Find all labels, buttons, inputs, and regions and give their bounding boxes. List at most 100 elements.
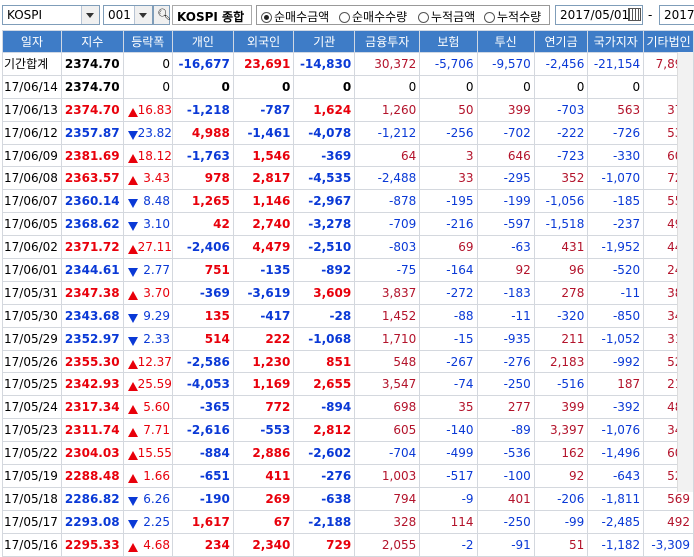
start-date-input[interactable]: 2017/05/01 (555, 5, 643, 25)
value-cell: -5,706 (419, 52, 478, 76)
value-cell: -195 (419, 189, 478, 214)
value-cell: -75 (354, 258, 421, 282)
column-header[interactable]: 금융투자 (354, 30, 421, 53)
table-row[interactable]: 17/05/26 2355.30 12.37 -2,586 1,230 851 548 -26… (2, 349, 694, 374)
table-row[interactable]: 17/06/01 2344.61 2.77 751 -135 -892 -75 -164 92 9… (2, 258, 694, 282)
value-cell: -2,602 (293, 441, 356, 466)
table-row[interactable]: 17/05/18 2286.82 6.26 -190 269 -638 794 -9 401 -2… (2, 486, 694, 511)
value-cell: -1,182 (587, 532, 645, 557)
column-header[interactable]: 일자 (2, 30, 62, 53)
table-row[interactable]: 17/06/12 2357.87 23.82 4,988 -1,461 -4,078 -1,… (2, 120, 694, 145)
value-cell: 277 (476, 395, 535, 420)
value-cell: -199 (476, 189, 535, 214)
column-header[interactable]: 연기금 (533, 30, 589, 53)
value-cell: -11 (587, 280, 645, 305)
value-cell: -2,188 (293, 509, 356, 534)
radio-cumulative-amount[interactable]: 누적금액 (418, 8, 475, 25)
value-cell: -992 (587, 349, 645, 374)
table-row[interactable]: 17/06/05 2368.62 3.10 42 2,740 -3,278 -709 -216… (2, 212, 694, 237)
table-row[interactable]: 17/05/19 2288.48 1.66 -651 411 -276 1,003 -517-… (2, 464, 694, 488)
value-cell: 92 (476, 258, 535, 282)
table-row[interactable]: 17/05/30 2343.68 9.29 135 -417 -28 1,452 -88 -11… (2, 303, 694, 328)
value-cell: 492 (643, 509, 694, 534)
value-cell: -1,811 (587, 486, 645, 511)
value-cell: -2,406 (172, 235, 234, 260)
value-cell: -320 (533, 303, 589, 328)
vertical-scrollbar[interactable] (677, 52, 693, 492)
up-triangle-icon (127, 176, 138, 186)
column-header[interactable]: 투신 (476, 30, 535, 53)
code-dropdown-icon[interactable] (134, 6, 152, 24)
end-date-input[interactable]: 2017/ (659, 5, 694, 25)
table-row[interactable]: 17/05/24 2317.34 5.60 -365 772 -894 698 35 277 39… (2, 395, 694, 420)
value-cell: -1,052 (587, 326, 645, 351)
column-header[interactable]: 기관 (293, 30, 356, 53)
value-cell: -726 (587, 120, 645, 145)
table-row[interactable]: 17/06/09 2381.69 18.12 -1,763 1,546 -369 64 3 64… (2, 143, 694, 168)
value-cell: -330 (587, 143, 645, 168)
value-cell: 64 (354, 143, 421, 168)
column-header[interactable]: 국가지자 (587, 30, 645, 53)
table-row[interactable]: 17/05/17 2293.08 2.25 1,617 67 -2,188 328 114 -2… (2, 509, 694, 534)
column-header[interactable]: 보험 (419, 30, 478, 53)
radio-net-buy-quantity[interactable]: 순매수수량 (339, 8, 407, 25)
radio-checked-icon (261, 12, 272, 23)
index-dropdown-icon[interactable] (81, 6, 99, 24)
index-cell: 2293.08 (60, 509, 124, 534)
table-row[interactable]: 17/06/13 2374.70 16.83 -1,218 -787 1,624 1,260… (2, 97, 694, 122)
table-row[interactable]: 17/05/31 2347.38 3.70 -369 -3,619 3,609 3,837-… (2, 280, 694, 305)
value-cell: -222 (533, 120, 589, 145)
date-cell: 17/05/30 (2, 303, 62, 328)
column-header[interactable]: 개인 (172, 30, 234, 53)
value-cell: -553 (232, 418, 295, 443)
index-cell: 2360.14 (60, 189, 124, 214)
down-triangle-icon (127, 313, 138, 323)
value-cell: -1,952 (587, 235, 645, 260)
value-cell: 1,003 (354, 464, 421, 488)
table-row[interactable]: 17/05/25 2342.93 25.59 -4,053 1,169 2,655 3,54… (2, 372, 694, 397)
value-cell: 92 (533, 464, 589, 488)
table-row[interactable]: 17/05/29 2352.97 2.33 514 222 -1,068 1,710 -15-… (2, 326, 694, 351)
change-cell: 5.60 (122, 395, 174, 420)
table-row[interactable]: 17/05/22 2304.03 15.55 -884 2,886 -2,602 -704-… (2, 441, 694, 466)
radio-cumulative-quantity[interactable]: 누적수량 (484, 8, 541, 25)
table-row[interactable]: 17/06/07 2360.14 8.48 1,265 1,146 -2,967 -878-… (2, 189, 694, 214)
table-row[interactable]: 17/06/142374.700000000000 (2, 74, 694, 99)
table-row[interactable]: 17/05/23 2311.74 7.71 -2,616 -553 2,812 605 -14… (2, 418, 694, 443)
column-header[interactable]: 지수 (60, 30, 124, 53)
value-cell: 1,260 (354, 97, 421, 122)
value-cell: 1,230 (232, 349, 295, 374)
value-cell: 30,372 (354, 52, 421, 76)
index-cell: 2304.03 (60, 441, 124, 466)
date-cell: 17/06/02 (2, 235, 62, 260)
table-row[interactable]: 17/05/16 2295.33 4.68 234 2,340 729 2,055 -2 -91… (2, 532, 694, 557)
table-row[interactable]: 17/06/02 2371.72 27.11 -2,406 4,479 -2,510 -80… (2, 235, 694, 260)
investor-trading-table: 일자 지수 등락폭 개인 외국인 기관 금융투자 보험 투신 연기금 국가지자 기타법인 기간합계 23… (2, 30, 694, 557)
column-header[interactable]: 등락폭 (122, 30, 174, 53)
value-cell: 50 (419, 97, 478, 122)
change-value: 2.77 (143, 262, 170, 277)
column-header[interactable]: 외국인 (232, 30, 295, 53)
index-cell: 2371.72 (60, 235, 124, 260)
code-input[interactable]: 001 (103, 5, 153, 25)
index-select[interactable]: KOSPI (2, 5, 100, 25)
value-cell: -206 (533, 486, 589, 511)
value-cell: -4,053 (172, 372, 234, 397)
date-cell: 17/06/12 (2, 120, 62, 145)
up-triangle-icon (127, 428, 138, 438)
date-cell: 17/05/25 (2, 372, 62, 397)
value-cell: 1,146 (232, 189, 295, 214)
value-cell: 1,617 (172, 509, 234, 534)
index-cell: 2355.30 (60, 349, 124, 374)
search-button[interactable]: 🔍︎ (153, 5, 171, 25)
value-cell: -3,278 (293, 212, 356, 237)
table-row[interactable]: 17/06/08 2363.57 3.43 978 2,817 -4,535 -2,488 3… (2, 166, 694, 191)
value-cell: -536 (476, 441, 535, 466)
calendar-icon[interactable] (628, 8, 641, 21)
down-triangle-icon (127, 336, 138, 346)
value-cell: -28 (293, 303, 356, 328)
table-row[interactable]: 기간합계 2374.70 0 -16,677 23,691 -14,830 30,372 -5… (2, 52, 694, 76)
radio-net-buy-amount[interactable]: 순매수금액 (261, 8, 329, 25)
column-header[interactable]: 기타법인 (643, 30, 694, 53)
value-cell: -276 (476, 349, 535, 374)
